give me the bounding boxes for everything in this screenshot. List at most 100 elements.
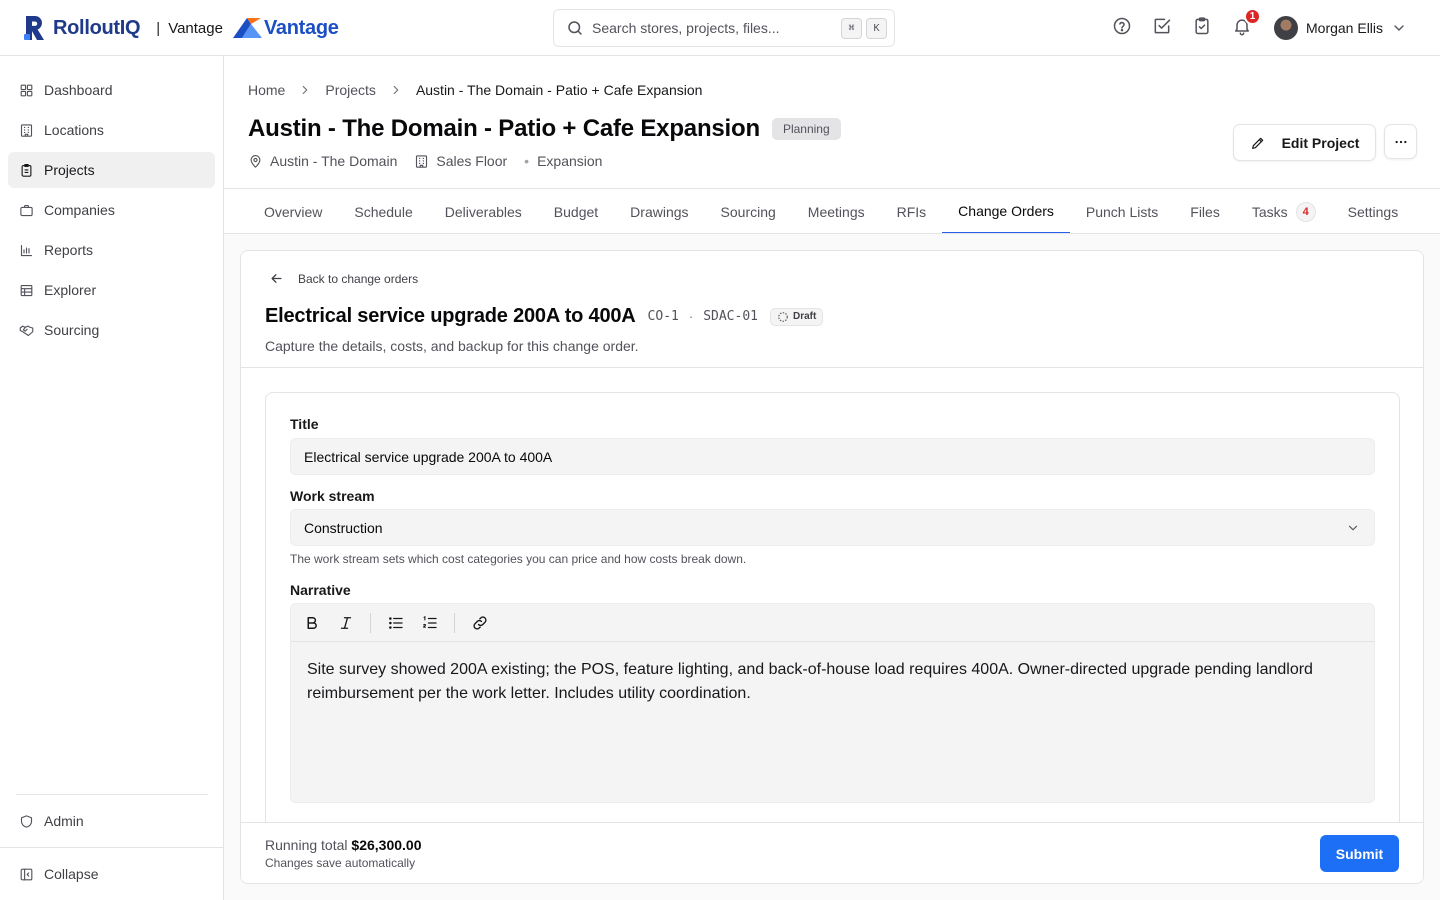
brand[interactable]: RolloutIQ | Vantage Vantage (24, 15, 339, 41)
numbered-list-icon[interactable] (421, 614, 439, 632)
header-actions: 1 (1112, 8, 1261, 36)
running-total-label: Running total (265, 837, 348, 853)
sidebar-item-label: Reports (44, 242, 94, 258)
work-stream-help: The work stream sets which cost categori… (290, 552, 747, 566)
project-type: • Expansion (524, 153, 602, 169)
arrow-left-icon (269, 271, 284, 286)
tab-files[interactable]: Files (1174, 189, 1236, 233)
sidebar-item-label: Sourcing (44, 322, 100, 338)
bar-chart-icon (19, 243, 34, 258)
grid-icon (19, 83, 34, 98)
help-circle-icon[interactable] (1112, 16, 1132, 36)
global-search[interactable]: ⌘ K (553, 9, 895, 47)
sidebar-item-locations[interactable]: Locations (8, 112, 215, 148)
user-name: Morgan Ellis (1306, 20, 1384, 36)
title-label: Title (290, 416, 319, 432)
tab-settings[interactable]: Settings (1332, 189, 1415, 233)
building-icon (414, 154, 429, 169)
narrative-editor: Site survey showed 200A existing; the PO… (290, 603, 1375, 803)
change-order-title: Electrical service upgrade 200A to 400A (265, 305, 636, 327)
change-order-code: CO-1 (647, 309, 679, 324)
sidebar-item-label: Projects (44, 162, 95, 178)
workspace-name: Vantage (168, 19, 223, 37)
pencil-icon (1250, 135, 1266, 151)
project-meta: Austin - The Domain Sales Floor • Expans… (248, 153, 619, 169)
back-to-change-orders-link[interactable]: Back to change orders (269, 271, 418, 286)
clipboard-icon (19, 163, 34, 178)
notification-badge: 1 (1244, 8, 1261, 25)
shortcut-key-cmd: ⌘ (841, 17, 862, 39)
tab-meetings[interactable]: Meetings (792, 189, 881, 233)
narrative-label: Narrative (290, 582, 351, 598)
chevron-right-icon (389, 83, 403, 97)
project-type-text: Expansion (537, 153, 603, 169)
tab-budget[interactable]: Budget (538, 189, 614, 233)
shield-icon (19, 814, 34, 829)
page-title: Austin - The Domain - Patio + Cafe Expan… (248, 115, 760, 142)
tab-tasks-label: Tasks (1251, 203, 1288, 220)
italic-icon[interactable] (337, 614, 355, 632)
breadcrumb-projects[interactable]: Projects (325, 82, 376, 98)
toolbar-divider (454, 612, 455, 633)
search-input[interactable] (592, 20, 841, 36)
bullet-list-icon[interactable] (387, 614, 405, 632)
sidebar-nav: Dashboard Locations Projects Companies R… (8, 72, 215, 352)
sidebar-item-dashboard[interactable]: Dashboard (8, 72, 215, 108)
title-input[interactable] (290, 438, 1375, 475)
sidebar-item-companies[interactable]: Companies (8, 192, 215, 228)
brand-separator: | (156, 19, 161, 37)
sidebar-item-sourcing[interactable]: Sourcing (8, 312, 215, 348)
edit-project-button[interactable]: Edit Project (1233, 124, 1376, 161)
work-stream-label: Work stream (290, 488, 375, 504)
handshake-icon (19, 323, 34, 338)
submit-button[interactable]: Submit (1320, 835, 1399, 872)
rolloutiq-logo-icon (24, 15, 46, 41)
more-actions-button[interactable] (1384, 124, 1417, 159)
narrative-text[interactable]: Site survey showed 200A existing; the PO… (291, 642, 1374, 722)
tab-change-orders[interactable]: Change Orders (942, 189, 1070, 233)
project-location: Austin - The Domain (248, 153, 397, 169)
tab-tasks[interactable]: Tasks 4 (1236, 189, 1332, 233)
work-stream-select[interactable]: Construction (290, 509, 1375, 546)
more-horizontal-icon (1393, 134, 1409, 150)
sidebar-item-label: Locations (44, 122, 104, 138)
tab-drawings[interactable]: Drawings (614, 189, 704, 233)
sidebar-item-admin[interactable]: Admin (8, 803, 215, 839)
draft-status-text: Draft (793, 311, 817, 322)
tab-punch-lists[interactable]: Punch Lists (1070, 189, 1174, 233)
breadcrumb: Home Projects Austin - The Domain - Pati… (248, 82, 702, 98)
building-icon (19, 123, 34, 138)
circle-dashed-icon (777, 311, 789, 323)
bell-icon[interactable]: 1 (1232, 8, 1261, 36)
tab-sourcing[interactable]: Sourcing (705, 189, 792, 233)
breadcrumb-current: Austin - The Domain - Patio + Cafe Expan… (415, 82, 703, 98)
sidebar: Dashboard Locations Projects Companies R… (0, 56, 224, 900)
map-pin-icon (248, 154, 263, 169)
user-menu[interactable]: Morgan Ellis (1274, 16, 1407, 40)
status-badge: Planning (771, 118, 841, 140)
tab-deliverables[interactable]: Deliverables (429, 189, 538, 233)
tab-rfis[interactable]: RFIs (881, 189, 943, 233)
sidebar-item-explorer[interactable]: Explorer (8, 272, 215, 308)
chevron-down-icon (1391, 20, 1407, 36)
check-square-icon[interactable] (1152, 16, 1172, 36)
link-icon[interactable] (471, 614, 489, 632)
change-order-card: Back to change orders Electrical service… (240, 250, 1424, 884)
sidebar-collapse-button[interactable]: Collapse (8, 856, 215, 892)
store-code: SDAC-01 (703, 309, 758, 324)
card-footer: Running total $26,300.00 Changes save au… (241, 822, 1423, 883)
chevron-right-icon (298, 83, 312, 97)
tab-overview[interactable]: Overview (248, 189, 338, 233)
sidebar-item-reports[interactable]: Reports (8, 232, 215, 268)
work-stream-value: Construction (304, 519, 383, 536)
vantage-logo: Vantage (232, 17, 339, 40)
breadcrumb-home[interactable]: Home (248, 82, 285, 98)
tab-schedule[interactable]: Schedule (338, 189, 428, 233)
clipboard-check-icon[interactable] (1192, 16, 1212, 36)
vantage-logo-icon (232, 17, 262, 39)
sidebar-item-projects[interactable]: Projects (8, 152, 215, 188)
project-area: Sales Floor (414, 153, 507, 169)
autosave-note: Changes save automatically (265, 856, 416, 870)
dot-separator: · (688, 309, 694, 324)
bold-icon[interactable] (303, 614, 321, 632)
